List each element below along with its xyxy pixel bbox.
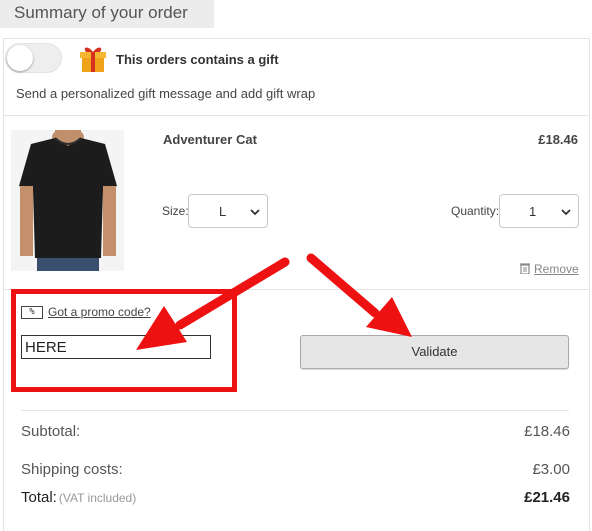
shipping-label: Shipping costs:	[21, 461, 123, 478]
highlight-box	[11, 289, 237, 392]
gift-title: This orders contains a gift	[116, 52, 279, 67]
subtotal-value: £18.46	[524, 423, 570, 440]
vat-note: (VAT included)	[58, 491, 137, 505]
order-summary-header: Summary of your order	[0, 0, 214, 28]
summary-divider	[21, 410, 569, 411]
total-value: £21.46	[524, 489, 570, 506]
gift-box-icon	[80, 47, 106, 72]
quantity-value: 1	[529, 204, 537, 219]
trash-icon	[520, 263, 530, 275]
shipping-value: £3.00	[532, 461, 570, 478]
remove-link[interactable]: Remove	[520, 262, 579, 276]
toggle-knob[interactable]	[7, 45, 33, 71]
order-panel	[3, 38, 590, 531]
size-value: L	[219, 204, 227, 219]
subtotal-label: Subtotal:	[21, 423, 81, 440]
product-image[interactable]	[11, 130, 124, 271]
validate-button[interactable]: Validate	[300, 335, 569, 369]
product-price: £18.46	[538, 132, 578, 147]
total-label-text: Total:	[21, 489, 57, 506]
remove-label[interactable]: Remove	[534, 262, 579, 276]
quantity-label: Quantity:	[451, 204, 500, 218]
product-name[interactable]: Adventurer Cat	[163, 132, 257, 147]
size-select[interactable]: L	[188, 194, 268, 228]
chevron-down-icon	[250, 209, 260, 216]
size-label: Size:	[162, 204, 189, 218]
gift-description: Send a personalized gift message and add…	[16, 86, 316, 101]
section-divider	[3, 115, 590, 116]
chevron-down-icon	[561, 209, 571, 216]
quantity-select[interactable]: 1	[499, 194, 579, 228]
total-label: Total: (VAT included)	[21, 489, 136, 506]
gift-toggle[interactable]	[5, 43, 62, 73]
order-summary-title: Summary of your order	[14, 3, 188, 22]
